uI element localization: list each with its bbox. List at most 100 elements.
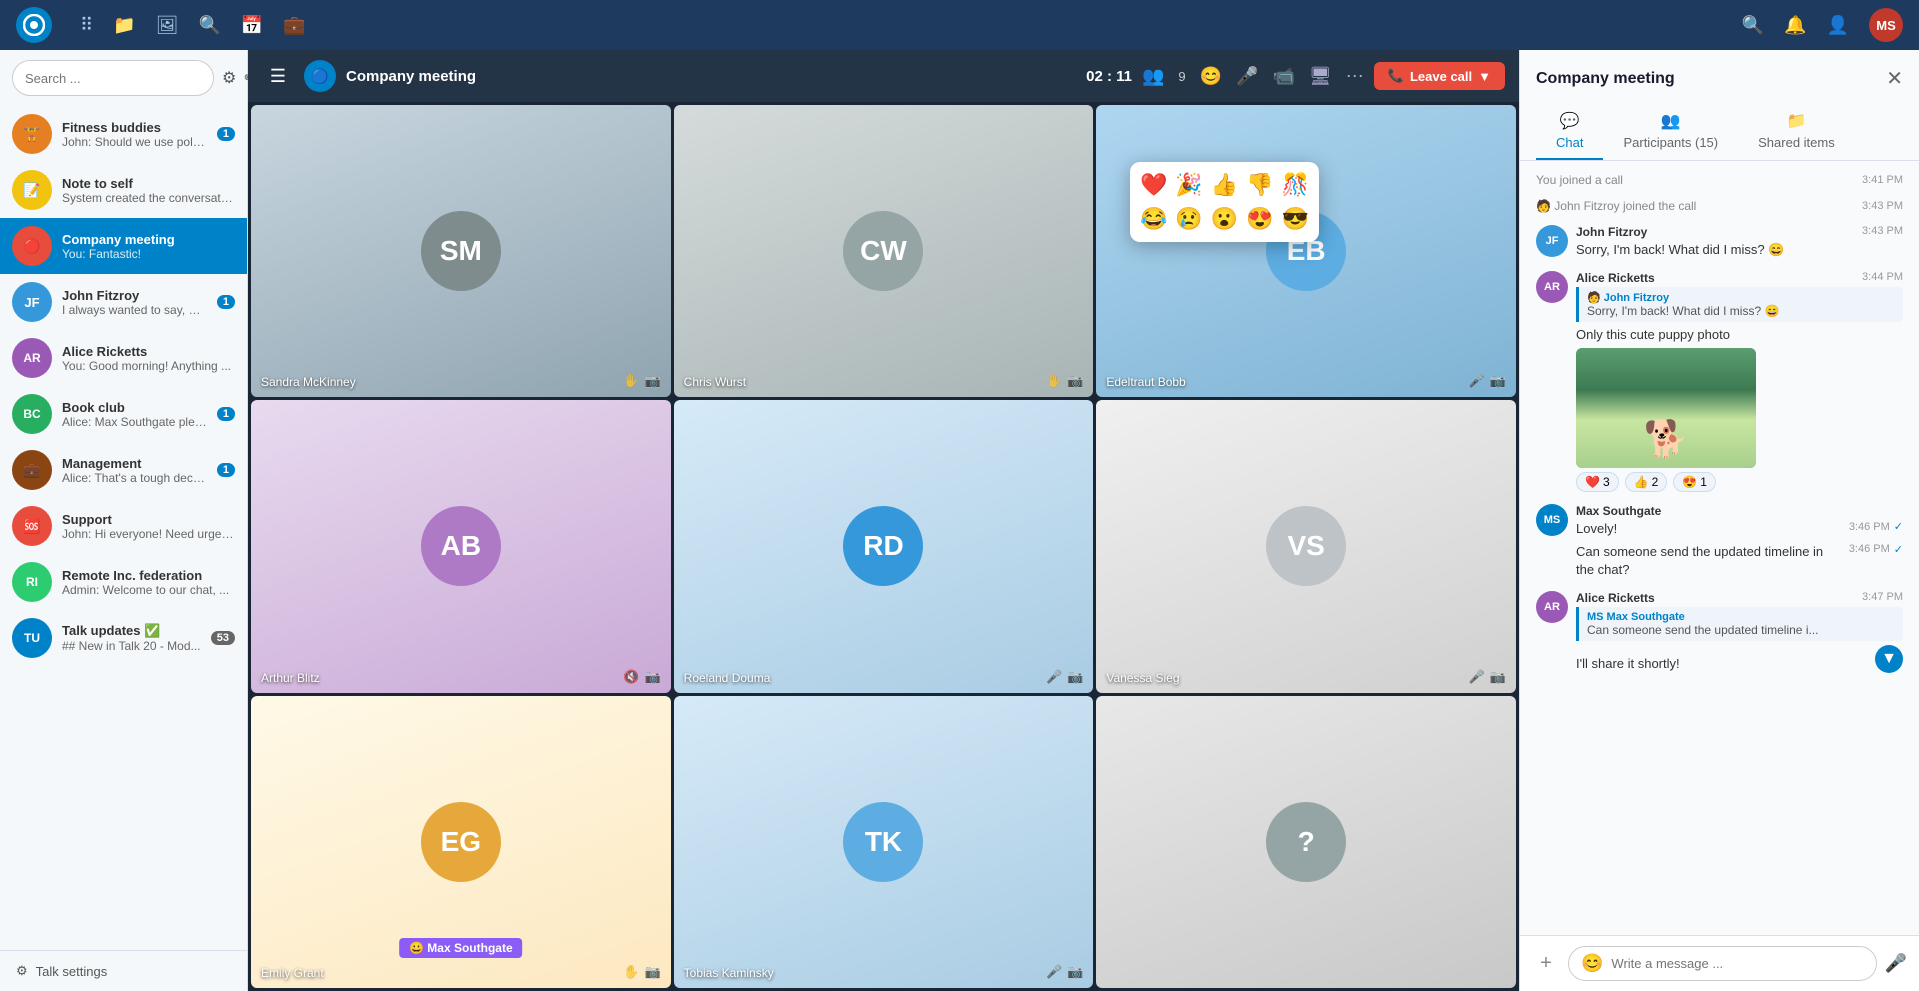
message-block: AR Alice Ricketts 3:47 PM MS Max Southga… (1536, 591, 1903, 673)
video-cell: VS Vanessa Sieg 🎤 📷 (1096, 400, 1516, 692)
message-time: 3:46 PM (1849, 543, 1890, 555)
message-time: 3:46 PM (1849, 521, 1890, 533)
unread-badge: 53 (211, 631, 235, 645)
chat-name: Remote Inc. federation (62, 568, 235, 583)
chat-name: Alice Ricketts (62, 344, 235, 359)
cool-emoji[interactable]: 😎 (1280, 204, 1311, 234)
chat-info: John Fitzroy I always wanted to say, ho.… (62, 288, 207, 317)
search-icon[interactable]: 🔍 (1742, 15, 1764, 36)
cell-icons: 🔇 📷 (623, 669, 660, 685)
participants-icon: 👥 (1142, 66, 1164, 87)
avatar: JF (12, 282, 52, 322)
list-item[interactable]: JF John Fitzroy I always wanted to say, … (0, 274, 247, 330)
participant-name: Tobias Kaminsky (684, 966, 774, 980)
tab-participants[interactable]: 👥 Participants (15) (1603, 103, 1738, 160)
tab-shared[interactable]: 📁 Shared items (1738, 103, 1855, 160)
wow-emoji[interactable]: 😮 (1209, 204, 1240, 234)
camera-icon[interactable]: 📹 (1273, 66, 1295, 87)
voice-message-button[interactable]: 🎤 (1885, 953, 1907, 974)
leave-call-button[interactable]: 📞 Leave call ▼ (1374, 62, 1505, 90)
video-cell: AB Arthur Blitz 🔇 📷 (251, 400, 671, 692)
emoji-button[interactable]: 😊 (1200, 66, 1222, 87)
message-time: 3:43 PM (1862, 200, 1903, 212)
list-item[interactable]: 🔴 Company meeting You: Fantastic! (0, 218, 247, 274)
search-input[interactable] (12, 60, 214, 96)
video-icon: 📷 (1490, 669, 1506, 685)
avatar: 💼 (12, 450, 52, 490)
heart-reaction[interactable]: ❤️ 3 (1576, 472, 1619, 492)
laugh-emoji[interactable]: 😂 (1138, 204, 1169, 234)
video-icon: 📷 (644, 373, 660, 389)
list-item[interactable]: TU Talk updates ✅ ## New in Talk 20 - Mo… (0, 610, 247, 666)
avatar: AR (1536, 591, 1568, 623)
participants-tab-label: Participants (15) (1623, 135, 1718, 150)
love-reaction[interactable]: 😍 1 (1673, 472, 1716, 492)
avatar: AR (12, 338, 52, 378)
grid-icon[interactable]: ⠿ (80, 15, 93, 36)
calendar-icon[interactable]: 📅 (241, 15, 263, 36)
message-row: Alice Ricketts 3:47 PM (1576, 591, 1903, 607)
image-icon[interactable]: 🖼 (156, 15, 179, 36)
list-item[interactable]: 💼 Management Alice: That's a tough decis… (0, 442, 247, 498)
list-item[interactable]: AR Alice Ricketts You: Good morning! Any… (0, 330, 247, 386)
chat-name: Management (62, 456, 207, 471)
more-options-icon[interactable]: ⋯ (1346, 66, 1364, 87)
party-emoji[interactable]: 🎉 (1173, 170, 1204, 200)
read-checkmark: ✓ (1894, 520, 1903, 533)
message-time: 3:47 PM (1862, 591, 1903, 603)
tab-chat[interactable]: 💬 Chat (1536, 103, 1603, 160)
heart-emoji[interactable]: ❤️ (1138, 170, 1169, 200)
panel-title: Company meeting (1536, 70, 1675, 88)
talk-settings-button[interactable]: ⚙ Talk settings (0, 950, 247, 991)
list-item[interactable]: BC Book club Alice: Max Southgate plea..… (0, 386, 247, 442)
video-cell: EB Edeltraut Bobb 🎤 📷 (1096, 105, 1516, 397)
emoji-picker-button[interactable]: 😊 (1581, 953, 1603, 974)
chat-preview: John: Should we use polls? (62, 135, 207, 149)
video-area: ☰ 🔵 Company meeting 02 : 11 👥 9 😊 🎤 📹 🖥 … (248, 50, 1519, 991)
emoji-row-2: 😂 😢 😮 😍 😎 (1138, 204, 1311, 234)
quote-sender: 🧑 John Fitzroy (1587, 291, 1895, 304)
main-layout: ⚙ ✏ 🏋 Fitness buddies John: Should we us… (0, 50, 1919, 991)
emoji-picker: ❤️ 🎉 👍 👎 🎊 😂 😢 😮 😍 😎 (1130, 162, 1319, 242)
chat-messages: You joined a call 3:41 PM 🧑 John Fitzroy… (1520, 161, 1919, 935)
cry-emoji[interactable]: 😢 (1173, 204, 1204, 234)
briefcase-icon[interactable]: 💼 (283, 15, 305, 36)
thumbsup-reaction[interactable]: 👍 2 (1625, 472, 1668, 492)
love-emoji[interactable]: 😍 (1244, 204, 1275, 234)
thumbsdown-emoji[interactable]: 👎 (1244, 170, 1275, 200)
thumbsup-emoji[interactable]: 👍 (1209, 170, 1240, 200)
mic-icon: 🎤 (1469, 669, 1485, 685)
filter-button[interactable]: ⚙ (222, 62, 236, 94)
message-input-wrap: 😊 (1568, 946, 1877, 981)
chat-info: Fitness buddies John: Should we use poll… (62, 120, 207, 149)
app-logo[interactable] (16, 7, 52, 43)
avatar: AR (1536, 271, 1568, 303)
mic-icon[interactable]: 🎤 (1236, 66, 1258, 87)
chat-info: Support John: Hi everyone! Need urgen... (62, 512, 235, 541)
folder-icon[interactable]: 📁 (113, 15, 135, 36)
sidebar-header: ⚙ ✏ (0, 50, 247, 106)
search-circle-icon[interactable]: 🔍 (198, 15, 220, 36)
user-avatar[interactable]: MS (1869, 8, 1903, 42)
top-navigation: ⠿ 📁 🖼 🔍 📅 💼 🔍 🔔 👤 MS (0, 0, 1919, 50)
list-item[interactable]: 📝 Note to self System created the conver… (0, 162, 247, 218)
menu-button[interactable]: ☰ (262, 60, 294, 92)
system-message: You joined a call 3:41 PM (1536, 173, 1903, 187)
scroll-down-button[interactable]: ▼ (1875, 645, 1903, 673)
confetti-emoji[interactable]: 🎊 (1280, 170, 1311, 200)
add-attachment-button[interactable]: + (1532, 950, 1560, 978)
cell-icons: ✋ 📷 (623, 964, 660, 980)
screen-share-icon[interactable]: 🖥 (1309, 66, 1332, 87)
video-cell: RD Roeland Douma 🎤 📷 (674, 400, 1094, 692)
list-item[interactable]: 🆘 Support John: Hi everyone! Need urgen.… (0, 498, 247, 554)
chat-preview: I always wanted to say, ho... (62, 303, 207, 317)
message-input[interactable] (1611, 956, 1863, 971)
participant-name: Arthur Blitz (261, 671, 320, 685)
right-panel-header: Company meeting ✕ 💬 Chat 👥 Participants … (1520, 50, 1919, 161)
close-panel-button[interactable]: ✕ (1886, 66, 1903, 91)
contacts-icon[interactable]: 👤 (1827, 15, 1849, 36)
message-row: Lovely! 3:46 PM ✓ (1576, 520, 1903, 538)
list-item[interactable]: RI Remote Inc. federation Admin: Welcome… (0, 554, 247, 610)
bell-icon[interactable]: 🔔 (1784, 15, 1806, 36)
list-item[interactable]: 🏋 Fitness buddies John: Should we use po… (0, 106, 247, 162)
